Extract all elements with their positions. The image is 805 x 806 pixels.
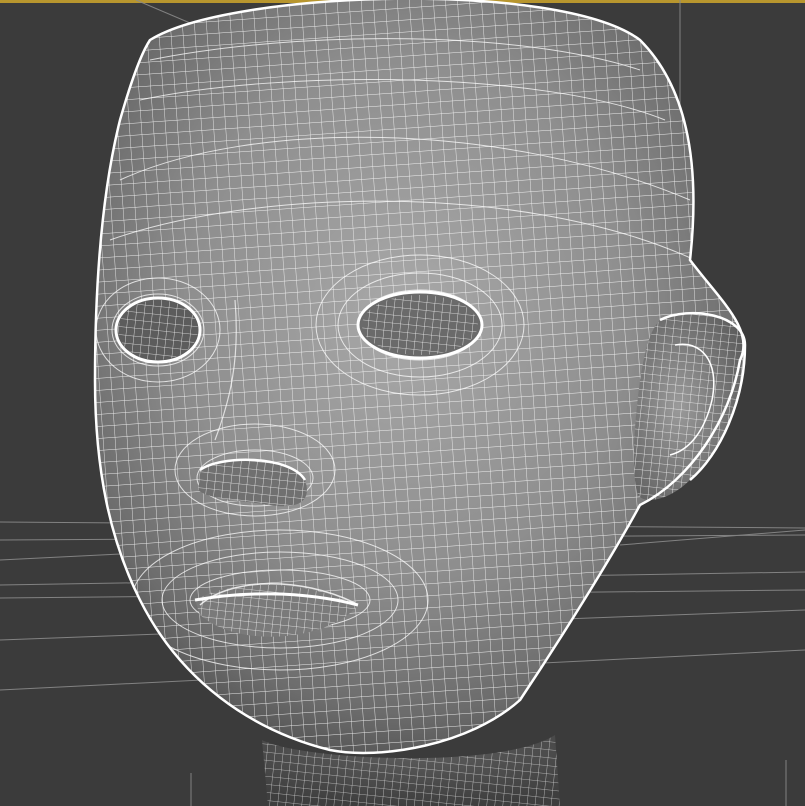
perspective-viewport[interactable]	[0, 0, 805, 806]
left-eye	[114, 296, 202, 364]
head-mesh[interactable]	[80, 0, 780, 780]
right-ear	[633, 311, 747, 500]
viewport-scene[interactable]	[0, 0, 805, 806]
right-eye	[356, 290, 484, 360]
